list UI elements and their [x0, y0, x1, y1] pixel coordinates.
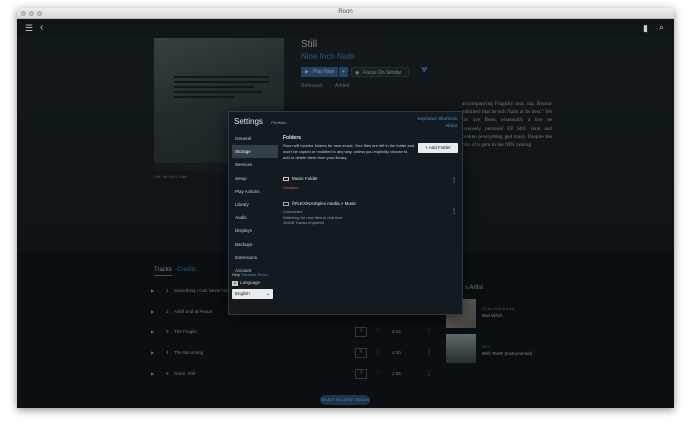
language-select[interactable]: English ⌄: [232, 289, 273, 299]
nav-extensions[interactable]: Extensions: [232, 251, 278, 264]
back-arrow-icon[interactable]: ‹: [40, 23, 43, 33]
nav-library[interactable]: Library: [232, 198, 278, 211]
nav-displays[interactable]: Displays: [232, 224, 278, 237]
folder-name[interactable]: Music Folder: [283, 176, 318, 181]
folder-icon: [283, 176, 289, 181]
help-text: Help: [232, 273, 240, 277]
search-icon[interactable]: ⌕: [659, 23, 664, 32]
title-bar: Roon: [17, 8, 674, 19]
help-translate: Help Translate Roon!: [232, 273, 268, 277]
chevron-down-icon: ⌄: [265, 291, 270, 297]
more-options-icon[interactable]: ⋮: [451, 208, 457, 215]
add-folder-label: Add Folder: [428, 145, 451, 150]
folders-header: Folders: [283, 135, 302, 141]
language-value: English: [235, 291, 250, 296]
settings-nav: General Storage Services Setup Play Acti…: [232, 132, 278, 277]
window-title: Roon: [338, 9, 353, 15]
translate-icon: A: [232, 281, 238, 286]
folder-status: Disabled: [283, 185, 299, 191]
hamburger-menu-icon[interactable]: ☰: [25, 24, 33, 33]
nav-setup[interactable]: Setup: [232, 172, 278, 185]
toolbar: ☰ ‹ ▮ ⌕: [17, 19, 674, 37]
storage-panel: Folders Roon will monitor folders for ne…: [281, 112, 464, 316]
language-label: Language: [240, 280, 261, 285]
folders-description: Roon will monitor folders for new music.…: [283, 143, 415, 160]
nav-backups[interactable]: Backups: [232, 238, 278, 251]
settings-title: Settings: [234, 117, 263, 126]
folder-name-text: \\PLEX\NAS\plex media > Music: [292, 201, 357, 206]
network-drive-icon: [283, 201, 289, 206]
language-label-row: A Language: [232, 280, 260, 286]
nav-services[interactable]: Services: [232, 158, 278, 171]
folder-name[interactable]: \\PLEX\NAS\plex media > Music: [283, 201, 356, 206]
more-options-icon[interactable]: ⋮: [451, 177, 457, 184]
settings-dialog: Settings PlexMac Keyboard Shortcuts Abou…: [228, 111, 463, 315]
folder-name-text: Music Folder: [292, 176, 318, 181]
bookmark-icon[interactable]: ▮: [643, 24, 648, 33]
add-folder-button[interactable]: + Add Folder: [418, 143, 458, 153]
nav-play-actions[interactable]: Play Actions: [232, 185, 278, 198]
translate-link[interactable]: Translate Roon!: [241, 273, 268, 277]
app-window: Roon ☰ ‹ ▮ ⌕ Still, 44.1kHz 16bit Still …: [17, 8, 674, 408]
nav-storage[interactable]: Storage: [232, 145, 278, 159]
nav-audio[interactable]: Audio: [232, 211, 278, 224]
folder-status: Connected Watching for new files in real…: [283, 209, 343, 225]
folder-status-text: Disabled: [283, 185, 299, 190]
nav-general[interactable]: General: [232, 132, 278, 145]
